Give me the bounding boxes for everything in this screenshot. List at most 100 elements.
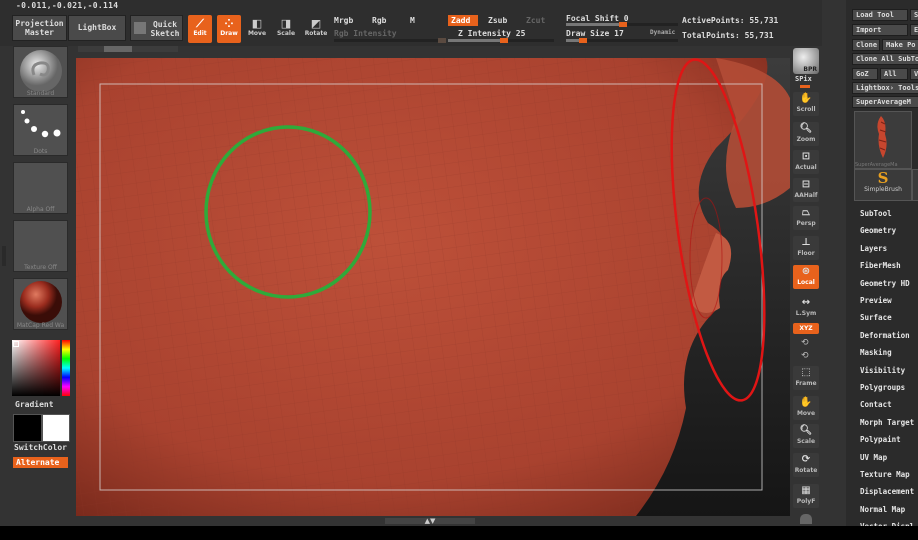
draw-mode-button[interactable]: ⁘ Draw [217, 15, 241, 43]
spix-knob[interactable] [800, 85, 810, 88]
zoom-button[interactable]: 🔍︎ Zoom [793, 122, 819, 146]
main-color-swatch[interactable] [13, 414, 42, 442]
stroke-dots[interactable]: Dots [13, 104, 68, 156]
lightbox-button[interactable]: LightBox [68, 15, 126, 41]
lsym-button[interactable]: ↔ L.Sym [793, 296, 819, 320]
tool-menu-fibermesh[interactable]: FiberMesh [860, 261, 901, 270]
zadd-button[interactable]: Zadd [448, 15, 479, 26]
clone-all-subtools-button[interactable]: Clone All SubTo [852, 53, 918, 65]
floor-button[interactable]: ⊥ Floor [793, 236, 819, 260]
rotate-mode-button[interactable]: ◩ Rotate [304, 15, 328, 43]
projection-master-button[interactable]: Projection Master [12, 15, 67, 41]
tool-menu-preview[interactable]: Preview [860, 296, 892, 305]
current-tool-name[interactable]: SuperAverageM [852, 96, 918, 108]
rgb-intensity-knob[interactable] [438, 38, 446, 43]
material-matcap[interactable]: MatCap Red Wa [13, 278, 68, 330]
edit-mode-button[interactable]: ⟋ Edit [188, 15, 212, 43]
goz-button[interactable]: GoZ [852, 68, 878, 80]
load-tool-button[interactable]: Load Tool [852, 9, 908, 21]
color-picker[interactable] [12, 340, 70, 396]
frame-button[interactable]: ⬚ Frame [793, 366, 819, 390]
aahalf-button[interactable]: ⊟ AAHalf [793, 178, 819, 202]
texture-off[interactable]: Texture Off [13, 220, 68, 272]
visible-button[interactable]: V [910, 68, 918, 80]
tool-menu-layers[interactable]: Layers [860, 244, 887, 253]
make-polymesh-button[interactable]: Make Po [882, 39, 918, 51]
import-button[interactable]: Import [852, 24, 908, 36]
top-toolbar: -0.011,-0.021,-0.114 Projection Master L… [0, 0, 918, 46]
m-button[interactable]: M [410, 16, 415, 25]
local-button[interactable]: ⊛ Local [793, 265, 819, 289]
save-tool-button[interactable]: S [910, 9, 918, 21]
draw-size-knob[interactable] [579, 38, 587, 43]
clone-button[interactable]: Clone [852, 39, 880, 51]
scroll-button[interactable]: ✋ Scroll [793, 92, 819, 116]
scale-mode-button[interactable]: ◨ Scale [274, 15, 298, 43]
color-hue-strip[interactable] [62, 340, 70, 396]
draw-label: Draw [220, 30, 238, 37]
export-button[interactable]: E [910, 24, 918, 36]
lightbox-tools-button[interactable]: Lightbox› Tools [852, 82, 918, 94]
rgb-intensity-track[interactable] [334, 38, 446, 43]
tool-menu-surface[interactable]: Surface [860, 313, 892, 322]
rgb-intensity-slider[interactable]: Rgb Intensity [334, 29, 397, 38]
alternate-button[interactable]: Alternate [13, 457, 68, 468]
dynamic-toggle[interactable]: Dynamic [650, 29, 675, 36]
gradient-label[interactable]: Gradient [15, 400, 54, 409]
tool-menu-vector-displ[interactable]: Vector Displ [860, 522, 914, 526]
next-tool-slot[interactable] [912, 169, 918, 201]
tool-menu-contact[interactable]: Contact [860, 400, 892, 409]
move-view-button[interactable]: ✋ Move [793, 396, 819, 420]
bpr-button[interactable]: BPR [793, 48, 819, 74]
tool-menu-displacement[interactable]: Displacement [860, 487, 914, 496]
horizontal-scroll-thumb[interactable] [104, 46, 132, 52]
quick-sketch-button[interactable]: Quick Sketch [130, 15, 183, 41]
persp-button[interactable]: ⏢ Persp [793, 206, 819, 230]
canvas-bottom-handle[interactable]: ▲▼ [385, 518, 475, 525]
tool-menu-polypaint[interactable]: Polypaint [860, 435, 901, 444]
tool-menu-visibility[interactable]: Visibility [860, 366, 905, 375]
transp-button[interactable] [800, 514, 812, 524]
scale-view-button[interactable]: 🔍︎ Scale [793, 424, 819, 448]
tool-menu-morph-target[interactable]: Morph Target [860, 418, 914, 427]
polyf-button[interactable]: ▦ PolyF [793, 484, 819, 508]
switchcolor-button[interactable]: SwitchColor [14, 443, 67, 452]
brush-standard[interactable]: Standard [13, 46, 68, 98]
actual-button[interactable]: ⊡ Actual [793, 150, 819, 174]
tool-menu-geometry-hd[interactable]: Geometry HD [860, 279, 910, 288]
tool-menu-normal-map[interactable]: Normal Map [860, 505, 905, 514]
spix-slider[interactable]: SPix [795, 75, 812, 83]
all-button[interactable]: All [880, 68, 908, 80]
tool-menu-deformation[interactable]: Deformation [860, 331, 910, 340]
focal-shift-knob[interactable] [619, 22, 627, 27]
mrgb-button[interactable]: Mrgb [334, 16, 353, 25]
rotate-axis-icons[interactable]: ⟲ ⟲ [801, 337, 809, 363]
rgb-button[interactable]: Rgb [372, 16, 386, 25]
horizontal-scrollbar[interactable] [78, 46, 178, 52]
draw-size-slider[interactable]: Draw Size 17 [566, 29, 624, 38]
tool-menu-uv-map[interactable]: UV Map [860, 453, 887, 462]
zcut-button[interactable]: Zcut [526, 16, 545, 25]
tool-menu-geometry[interactable]: Geometry [860, 226, 896, 235]
tool-menu-masking[interactable]: Masking [860, 348, 892, 357]
rotate-view-button[interactable]: ⟳ Rotate [793, 453, 819, 477]
left-shelf-collapse-handle[interactable] [2, 246, 6, 266]
sculpt-viewport[interactable] [76, 58, 790, 516]
draw-size-track[interactable] [566, 38, 678, 43]
z-intensity-slider[interactable]: Z Intensity 25 [458, 29, 525, 38]
focal-shift-track[interactable] [566, 22, 678, 27]
tool-menu-subtool[interactable]: SubTool [860, 209, 892, 218]
current-tool-thumbnail[interactable]: SuperAverageMa [854, 111, 912, 169]
z-intensity-knob[interactable] [500, 38, 508, 43]
tool-menu-polygroups[interactable]: Polygroups [860, 383, 905, 392]
color-saturation-square[interactable] [12, 340, 60, 396]
document-canvas[interactable] [76, 58, 790, 516]
zsub-button[interactable]: Zsub [488, 16, 507, 25]
tool-menu-texture-map[interactable]: Texture Map [860, 470, 910, 479]
move-mode-button[interactable]: ◧ Move [245, 15, 269, 43]
secondary-color-swatch[interactable] [42, 414, 70, 442]
xyz-button[interactable]: XYZ [793, 323, 819, 334]
alpha-off[interactable]: Alpha Off [13, 162, 68, 214]
z-intensity-track[interactable] [448, 38, 554, 43]
simplebrush-tool[interactable]: S SimpleBrush [854, 169, 912, 201]
